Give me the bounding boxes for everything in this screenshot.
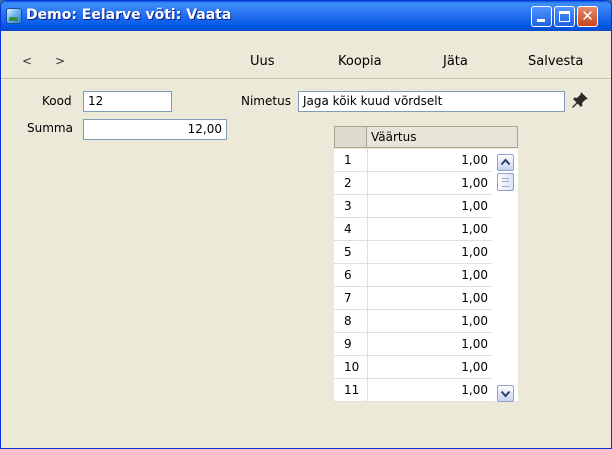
table-row[interactable]: 7 1,00 (334, 287, 518, 310)
window-title: Demo: Eelarve võti: Vaata (26, 7, 232, 23)
app-icon[interactable] (6, 8, 22, 24)
nimetus-field[interactable]: Jaga kõik kuud võrdselt (298, 91, 565, 112)
chevron-up-icon (500, 158, 511, 166)
previous-record-button[interactable]: < (22, 54, 32, 68)
column-header-vaartus[interactable]: Väärtus (367, 126, 518, 148)
row-number: 5 (334, 241, 367, 264)
kood-field[interactable]: 12 (83, 91, 172, 112)
table-row[interactable]: 3 1,00 (334, 195, 518, 218)
value-cell[interactable]: 1,00 (367, 172, 492, 195)
value-cell[interactable]: 1,00 (367, 333, 492, 356)
row-number: 10 (334, 356, 367, 379)
row-number: 1 (334, 149, 367, 172)
maximize-icon (559, 11, 570, 22)
value-cell[interactable]: 1,00 (367, 195, 492, 218)
value-cell[interactable]: 1,00 (367, 218, 492, 241)
nimetus-label: Nimetus (241, 94, 291, 108)
table-row[interactable]: 9 1,00 (334, 333, 518, 356)
table-row[interactable]: 2 1,00 (334, 172, 518, 195)
maximize-button[interactable] (554, 6, 575, 27)
row-number: 9 (334, 333, 367, 356)
value-cell[interactable]: 1,00 (367, 356, 492, 379)
close-button[interactable]: ✕ (577, 6, 598, 27)
row-number: 7 (334, 287, 367, 310)
value-cell[interactable]: 1,00 (367, 149, 492, 172)
table-row[interactable]: 10 1,00 (334, 356, 518, 379)
scroll-thumb[interactable] (497, 173, 514, 191)
table-row[interactable]: 5 1,00 (334, 241, 518, 264)
table-scrollbar[interactable] (492, 149, 518, 402)
table-row[interactable]: 4 1,00 (334, 218, 518, 241)
value-cell[interactable]: 1,00 (367, 310, 492, 333)
table-row[interactable]: 11 1,00 (334, 379, 518, 402)
row-number: 3 (334, 195, 367, 218)
skip-button[interactable]: Jäta (443, 54, 468, 69)
row-number: 2 (334, 172, 367, 195)
scroll-down-button[interactable] (497, 385, 514, 402)
copy-button[interactable]: Koopia (338, 54, 382, 69)
kood-label: Kood (42, 94, 72, 108)
minimize-button[interactable] (531, 6, 552, 27)
value-cell[interactable]: 1,00 (367, 379, 492, 402)
table-row[interactable]: 8 1,00 (334, 310, 518, 333)
row-number: 8 (334, 310, 367, 333)
table-row[interactable]: 1 1,00 (334, 149, 518, 172)
table-header: Väärtus (334, 126, 518, 149)
window: Demo: Eelarve võti: Vaata ✕ < > Uus Koop… (0, 0, 612, 449)
toolbar: < > Uus Koopia Jäta Salvesta (1, 44, 611, 79)
value-cell[interactable]: 1,00 (367, 264, 492, 287)
table-row[interactable]: 6 1,00 (334, 264, 518, 287)
row-number: 11 (334, 379, 367, 402)
save-button[interactable]: Salvesta (528, 54, 583, 69)
summa-field[interactable]: 12,00 (83, 119, 227, 140)
row-number: 6 (334, 264, 367, 287)
row-number: 4 (334, 218, 367, 241)
value-cell[interactable]: 1,00 (367, 241, 492, 264)
minimize-icon (537, 19, 545, 22)
pin-icon[interactable] (570, 90, 590, 110)
next-record-button[interactable]: > (55, 54, 65, 68)
value-cell[interactable]: 1,00 (367, 287, 492, 310)
close-icon: ✕ (581, 7, 594, 25)
summa-label: Summa (27, 121, 73, 135)
title-bar[interactable]: Demo: Eelarve võti: Vaata ✕ (1, 1, 611, 31)
table-corner-cell (334, 126, 367, 148)
scroll-up-button[interactable] (497, 154, 514, 171)
new-button[interactable]: Uus (250, 54, 275, 69)
chevron-down-icon (500, 390, 511, 398)
